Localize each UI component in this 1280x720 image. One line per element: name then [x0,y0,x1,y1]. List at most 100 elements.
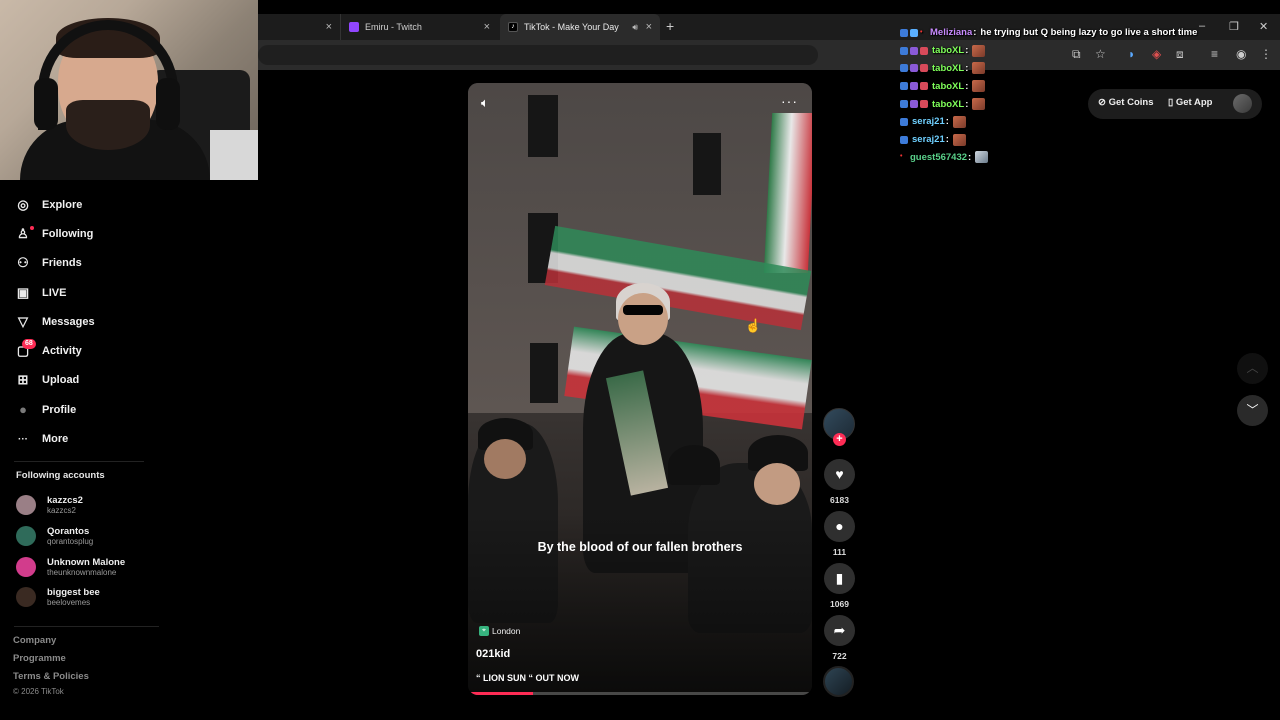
sidebar-item-label: Upload [42,374,80,387]
following-account-item[interactable]: Unknown Malone theunknownmalone [16,551,166,582]
chat-emote-icon [972,44,986,57]
tab-twitch-close-icon[interactable]: × [484,21,490,33]
chat-badge-icon [900,64,908,73]
divider [14,626,159,627]
chat-text: he trying but Q being lazy to go live a … [980,27,1198,39]
avatar [16,495,36,516]
chat-message: • guest567432 : [900,149,1220,167]
chat-badge-icon [920,82,928,91]
chat-message: • Meliziana : he trying but Q being lazy… [900,24,1220,42]
chat-username[interactable]: taboXL [932,99,964,110]
more-icon: ··· [18,433,28,445]
chat-username[interactable]: taboXL [932,45,964,56]
tab-1-close-icon[interactable]: × [326,21,332,33]
chevron-up-icon: ︿ [1246,361,1259,375]
chat-username[interactable]: seraj21 [912,134,945,145]
tab-tiktok[interactable]: ♪ TikTok - Make Your Day 🔊︎ × [500,14,660,40]
video-player[interactable]: 🔈︎ ··· By the blood of our fallen brothe… [468,83,812,695]
cam-desk [210,130,258,180]
chat-username[interactable]: guest567432 [910,152,967,163]
sidebar-item-profile[interactable]: ● Profile [14,395,154,424]
profile-avatar: ● [19,402,27,418]
heart-icon: ♥ [835,466,844,482]
like-button[interactable]: ♥ [824,459,855,490]
video-caption: By the blood of our fallen brothers [537,540,743,554]
chat-colon: : [945,116,949,128]
sidebar-item-following[interactable]: ♙ Following [14,219,154,248]
chat-emote-icon [972,62,986,75]
sidebar-item-upload[interactable]: ⊞ Upload [14,366,154,395]
chat-badge-icon [900,135,908,144]
chat-badge-icon: • [920,28,923,36]
sidebar-item-label: Messages [42,315,95,328]
chat-colon: : [973,27,977,39]
account-name: biggest bee [47,587,100,599]
twitch-favicon-icon [349,22,359,32]
maximize-icon[interactable]: ❐ [1229,20,1239,33]
chat-message: taboXL : [900,60,1220,78]
video-flag [763,113,812,273]
video-more-icon[interactable]: ··· [781,93,798,109]
chat-username[interactable]: seraj21 [912,116,945,127]
following-accounts-title: Following accounts [16,470,105,481]
chat-badge-icon: • [900,153,903,161]
music-disc-icon[interactable] [823,666,854,697]
footer-link-programme[interactable]: Programme [13,653,89,671]
chat-emote-icon [972,98,986,111]
account-name: Unknown Malone [47,556,126,568]
chat-badge-icon [920,64,928,73]
tab-tiktok-close-icon[interactable]: × [646,21,652,33]
tab-twitch-label: Emiru - Twitch [365,22,422,32]
tab-twitch[interactable]: Emiru - Twitch × [340,14,498,40]
sidebar-item-label: Following [42,227,94,240]
sidebar-item-more[interactable]: ··· More [14,424,154,453]
following-account-item[interactable]: biggest bee beelovemes [16,582,166,613]
sidebar-item-friends[interactable]: ⚇ Friends [14,249,154,278]
chat-colon: : [965,80,969,92]
chat-username[interactable]: taboXL [932,63,964,74]
chat-username[interactable]: Meliziana [930,27,972,38]
following-account-item[interactable]: kazzcs2 kazzcs2 [16,490,166,521]
chat-emote-icon [975,151,989,164]
footer-link-company[interactable]: Company [13,635,89,653]
chat-username[interactable]: taboXL [932,81,964,92]
account-name: kazzcs2 [47,495,83,507]
share-button[interactable]: ➦ [824,615,855,646]
sidebar-item-activity[interactable]: ▢ 68 Activity [14,336,154,365]
sidebar-item-explore[interactable]: ◎ Explore [14,190,154,219]
next-video-button[interactable]: ﹀ [1237,395,1268,426]
video-progress-bar[interactable] [468,692,812,695]
tab-1[interactable]: × [258,14,340,40]
video-author[interactable]: 021kid [476,648,510,660]
volume-icon[interactable]: 🔈︎ [481,95,489,111]
tab-audio-icon[interactable]: 🔊︎ [632,22,638,33]
chat-colon: : [945,134,949,146]
video-face [618,293,668,345]
compass-icon: ◎ [17,196,29,212]
following-account-item[interactable]: Qorantos qorantosplug [16,521,166,552]
comment-count: 111 [832,547,847,557]
user-avatar[interactable] [1233,94,1252,113]
chat-colon: : [965,62,969,74]
address-input[interactable] [258,45,818,65]
sidebar-item-label: Profile [42,403,77,416]
sidebar-item-live[interactable]: ▣ LIVE [14,278,154,307]
video-window [530,343,558,403]
sidebar-item-messages[interactable]: ▽ Messages [14,307,154,336]
video-window [693,133,721,195]
avatar [16,556,36,577]
save-button[interactable]: ▮ [824,563,855,594]
close-window-icon[interactable]: ✕ [1259,20,1268,33]
sidebar-item-label: LIVE [42,286,67,299]
save-count: 1069 [830,599,849,609]
location-label: London [492,626,521,636]
location-tag[interactable]: ⌖ London [479,626,520,636]
browser-menu-icon[interactable]: ⋮ [1260,47,1272,61]
new-tab-button[interactable]: + [666,18,674,34]
comment-button[interactable]: ● [824,511,855,542]
upload-icon: ⊞ [17,372,29,388]
follow-plus-button[interactable]: + [833,433,846,446]
sidebar-item-label: Activity [42,345,82,358]
browser-profile-icon[interactable]: ◉ [1236,47,1246,61]
previous-video-button[interactable]: ︿ [1237,353,1268,384]
